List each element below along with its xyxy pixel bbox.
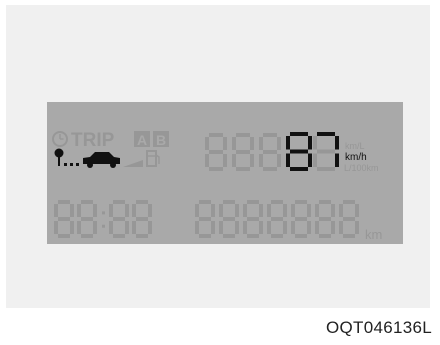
location-pin-icon [54, 148, 79, 166]
unit-km-per-l: km/L [345, 141, 365, 151]
odometer-digit [243, 200, 263, 238]
odometer-digit [219, 200, 239, 238]
car-icon [83, 152, 120, 168]
trip-a-label: A [137, 132, 147, 148]
speed-digit [205, 133, 227, 171]
speed-digit [286, 132, 312, 171]
odometer-digit [195, 200, 215, 238]
odometer-digit [291, 200, 311, 238]
odometer-digit [267, 200, 287, 238]
image-code: OQT046136L [325, 318, 432, 337]
clock-colon [102, 211, 105, 228]
fuel-pump-icon [146, 150, 160, 167]
speed-readout [205, 132, 339, 171]
unit-l-per-100km: L/100km [344, 163, 379, 173]
clock-icon [52, 131, 68, 147]
clock-digit [132, 200, 152, 238]
speed-digit [259, 133, 281, 171]
clock-digit [77, 200, 97, 238]
road-icon [123, 160, 143, 167]
odometer-digit [339, 200, 359, 238]
clock-digit [54, 200, 74, 238]
odometer-readout [54, 200, 359, 238]
odometer-digit [315, 200, 335, 238]
lcd-display: TRIP A B km/L km/h L/100km km [47, 102, 403, 244]
odometer-unit: km [365, 227, 382, 242]
speed-digit [313, 132, 339, 171]
unit-km-per-h: km/h [345, 152, 367, 163]
trip-b-label: B [156, 132, 166, 148]
speed-digit [232, 133, 254, 171]
trip-label: TRIP [71, 130, 115, 151]
clock-digit [109, 200, 129, 238]
